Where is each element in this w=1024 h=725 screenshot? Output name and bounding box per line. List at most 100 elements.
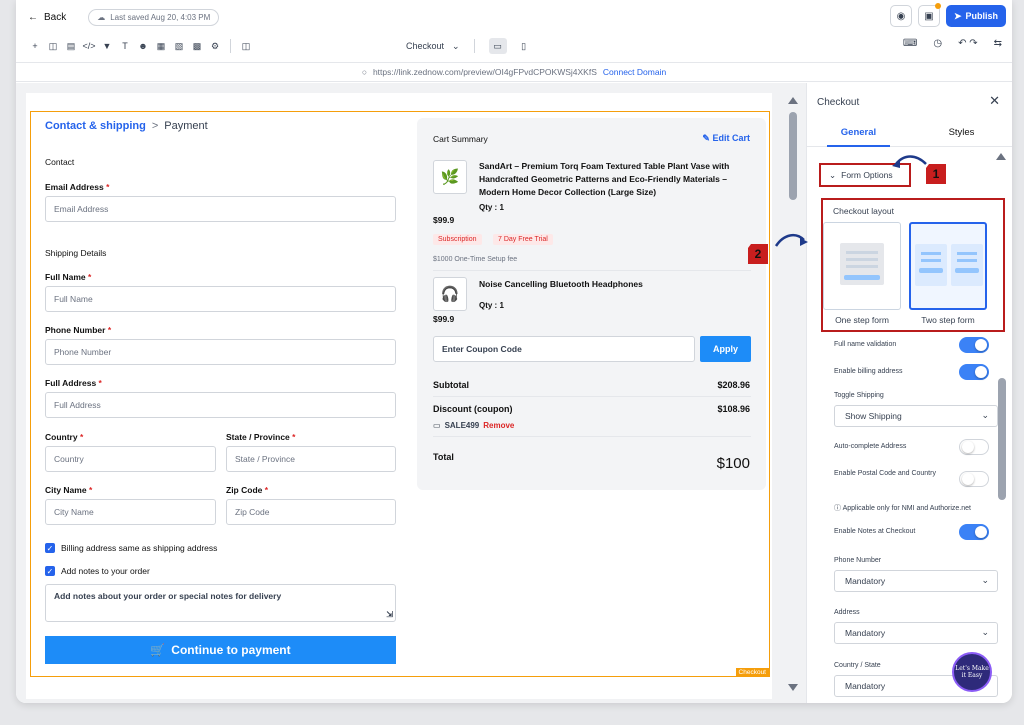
publish-button[interactable]: ➤ Publish [945,5,1006,27]
tab-general[interactable]: General [807,119,910,147]
notes-checkout-toggle[interactable] [959,524,989,540]
connect-domain-link[interactable]: Connect Domain [603,67,666,77]
city-field[interactable]: City Name [45,499,216,525]
back-button[interactable]: ← Back [24,8,70,27]
chevron-down-icon: ⌄ [981,627,989,637]
total-value: $100 [716,455,750,472]
history-icon[interactable]: ◷ [933,38,942,49]
subtotal-value: $208.96 [717,380,750,390]
checkout-element-frame[interactable]: Checkout Contact & shipping > Payment Co… [30,111,770,677]
editor-canvas: Checkout Contact & shipping > Payment Co… [16,83,806,703]
table-icon[interactable]: ▦ [152,41,170,52]
checkout-layout-section: Checkout layout One step form Two step f… [821,198,1005,332]
zip-field[interactable]: Zip Code [226,499,396,525]
sliders-icon[interactable]: ⇆ [994,38,1002,49]
continue-to-payment-button[interactable]: 🛒 Continue to payment [45,636,396,664]
toggle-knob [975,526,987,538]
checkmark-icon: ✓ [45,543,55,553]
undo-icon[interactable]: ↶ ↷ [958,38,978,49]
preview-button[interactable]: ◉ [889,5,912,27]
billing-address-toggle[interactable] [959,364,989,380]
zip-label-text: Zip Code [226,485,263,495]
preview-line [921,252,941,255]
canvas-scrollbar[interactable] [788,93,798,699]
one-step-layout-option[interactable] [823,222,901,310]
arrow-left-icon: ← [28,11,38,23]
country-label-text: Country [45,432,78,442]
unsaved-dot [934,3,941,9]
email-label: Email Address * [45,182,109,192]
brush-icon[interactable]: ▼ [98,41,116,51]
keyboard-icon[interactable]: ⌨ [903,38,917,49]
close-icon[interactable]: ✕ [989,93,1000,109]
preview-line [846,251,878,254]
info-text: Applicable only for NMI and Authorize.ne… [842,505,971,512]
required-mark: * [88,485,93,495]
country-field[interactable]: Country [45,446,216,472]
form-icon[interactable]: ▧ [170,41,188,52]
notes-checkout-label: Enable Notes at Checkout [834,528,916,535]
scroll-down-icon[interactable] [788,684,798,691]
toggle-shipping-label: Toggle Shipping [834,392,884,399]
address-field[interactable]: Full Address [45,392,396,418]
state-field[interactable]: State / Province [226,446,396,472]
image-icon[interactable]: ▩ [188,41,206,52]
coupon-input[interactable]: Enter Coupon Code [433,336,695,362]
layers-icon[interactable]: ◫ [44,41,62,52]
full-name-field[interactable]: Full Name [45,286,396,312]
city-label-text: City Name [45,485,87,495]
product-qty-2: Qty : 1 [479,301,504,310]
remove-coupon-link[interactable]: Remove [483,421,514,430]
phone-number-select[interactable]: Mandatory ⌄ [834,570,998,592]
desktop-view-button[interactable]: ▭ [488,38,507,54]
monitor-icon: ▭ [493,40,502,51]
info-icon: ⓘ [834,505,841,512]
product-price-2: $99.9 [433,314,455,324]
code-icon[interactable]: </> [80,41,98,51]
scroll-thumb[interactable] [789,112,797,200]
add-notes-checkbox[interactable]: ✓ Add notes to your order [45,566,150,576]
columns-icon[interactable]: ◫ [237,41,255,52]
add-notes-label: Add notes to your order [61,566,150,576]
email-field[interactable]: Email Address [45,196,396,222]
order-notes-textarea[interactable]: Add notes about your order or special no… [45,584,396,622]
edit-cart-link[interactable]: ✎ Edit Cart [702,133,750,144]
two-step-layout-option[interactable] [909,222,987,310]
address-select[interactable]: Mandatory ⌄ [834,622,998,644]
autocomplete-toggle[interactable] [959,439,989,455]
settings-icon[interactable]: ⚙ [206,41,224,52]
scroll-up-icon[interactable] [788,97,798,104]
page-selector[interactable]: Checkout ⌄ ▭ ▯ [406,38,533,54]
page-icon[interactable]: ▤ [62,41,80,52]
pencil-icon: ✎ [702,133,710,143]
tab-styles[interactable]: Styles [910,119,1012,146]
mobile-view-button[interactable]: ▯ [515,38,533,54]
eye-icon: ◉ [896,10,906,22]
text-icon[interactable]: T [116,41,134,51]
toggle-knob [975,366,987,378]
toggle-shipping-select[interactable]: Show Shipping ⌄ [834,405,998,427]
billing-address-label: Enable billing address [834,368,903,375]
add-icon[interactable]: + [26,41,44,51]
full-name-validation-toggle[interactable] [959,337,989,353]
phone-number-value: Mandatory [845,576,886,586]
apply-coupon-button[interactable]: Apply [700,336,751,362]
continue-label: Continue to payment [171,643,291,657]
toggle-knob [975,339,987,351]
preview-url[interactable]: https://link.zednow.com/preview/OI4gFPvd… [373,67,597,77]
chat-widget-button[interactable]: Let's Make it Easy [952,652,992,692]
save-button[interactable]: ▣ [917,3,941,27]
address-setting-label: Address [834,609,860,616]
billing-same-checkbox[interactable]: ✓ Billing address same as shipping addre… [45,543,217,553]
panel-scroll-up-icon[interactable] [996,153,1006,160]
phone-field[interactable]: Phone Number [45,339,396,365]
panel-scroll-thumb[interactable] [998,378,1006,500]
breadcrumb-payment[interactable]: Payment [164,120,207,132]
breadcrumb-contact-shipping[interactable]: Contact & shipping [45,120,146,132]
user-icon[interactable]: ☻ [134,41,152,51]
postal-code-toggle[interactable] [959,471,989,487]
resize-handle-icon[interactable]: ⇲ [386,610,393,619]
preview-url-bar: ○ https://link.zednow.com/preview/OI4gFP… [16,62,1012,82]
two-step-preview-left-icon [915,244,947,286]
preview-bar [955,268,979,273]
